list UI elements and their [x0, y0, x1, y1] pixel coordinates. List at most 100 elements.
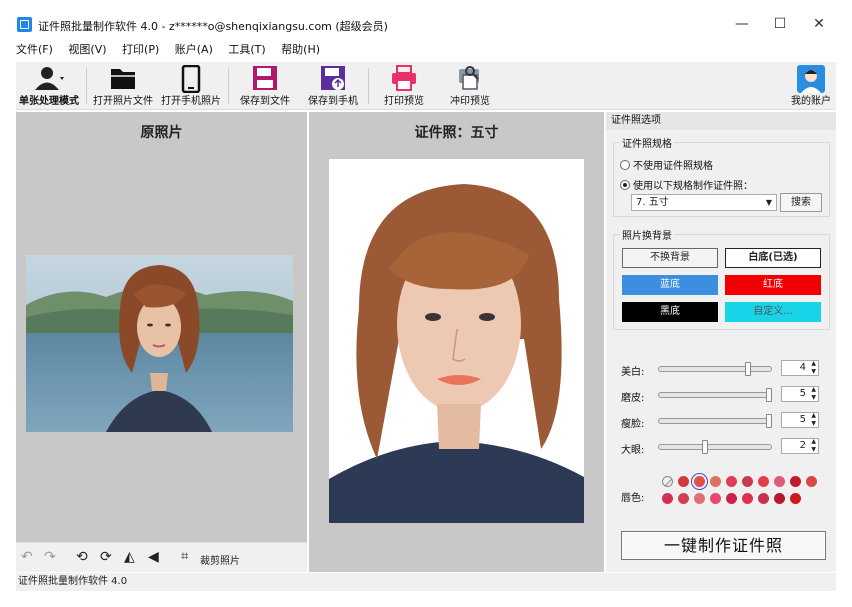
big-eye-label: 大眼: — [621, 445, 645, 456]
redo-icon[interactable]: ↷ — [44, 549, 56, 565]
search-button[interactable]: 搜索 — [780, 193, 822, 212]
menu-bar: 文件(F) 视图(V) 打印(P) 账户(A) 工具(T) 帮助(H) — [16, 40, 836, 60]
spin-arrows-icon[interactable]: ▲ ▼ — [811, 386, 816, 402]
flip-vertical-icon[interactable]: ◀ — [148, 549, 159, 565]
lip-color-swatch[interactable] — [806, 476, 817, 487]
lip-color-swatch[interactable] — [694, 476, 705, 487]
spin-arrows-icon[interactable]: ▲ ▼ — [811, 360, 816, 376]
id-photo-preview — [329, 159, 584, 523]
lip-color-swatch[interactable] — [774, 476, 785, 487]
chevron-down-icon: ▼ — [765, 198, 772, 207]
original-photo-pane: 原照片 ↶ ↷ ⟲ ⟳ ◭ ◀ ⌗ 裁剪照片 — [16, 112, 307, 572]
menu-print[interactable]: 打印(P) — [122, 40, 159, 60]
use-spec-label: 使用以下规格制作证件照： — [633, 181, 753, 192]
lip-color-swatch[interactable] — [790, 493, 801, 504]
slim-face-slider[interactable] — [658, 414, 772, 428]
slider-thumb[interactable] — [766, 388, 772, 402]
develop-preview-button[interactable]: 冲印预览 — [440, 62, 500, 110]
lip-color-swatch[interactable] — [694, 493, 705, 504]
title-bar: 证件照批量制作软件 4.0 - z******o@shenqixiangsu.c… — [0, 0, 852, 36]
develop-preview-label: 冲印预览 — [450, 96, 490, 107]
open-phone-button[interactable]: 打开手机照片 — [158, 62, 224, 110]
size-select[interactable]: 7. 五寸 ▼ — [631, 194, 777, 211]
photo-edit-toolbar: ↶ ↷ ⟲ ⟳ ◭ ◀ ⌗ 裁剪照片 — [16, 542, 307, 572]
bg-blue-button[interactable]: 蓝底 — [622, 275, 718, 295]
spin-arrows-icon[interactable]: ▲ ▼ — [811, 412, 816, 428]
no-spec-label: 不使用证件照规格 — [633, 161, 713, 172]
save-phone-label: 保存到手机 — [308, 96, 358, 107]
lip-color-swatch[interactable] — [758, 476, 769, 487]
slim-face-label: 瘦脸: — [621, 419, 645, 430]
smooth-value: 5 — [799, 388, 806, 399]
lip-color-swatch[interactable] — [726, 476, 737, 487]
flip-horizontal-icon[interactable]: ◭ — [124, 549, 135, 565]
window-title: 证件照批量制作软件 4.0 - z******o@shenqixiangsu.c… — [38, 20, 388, 33]
printer-icon — [392, 65, 416, 91]
bg-white-button[interactable]: 白底(已选) — [725, 248, 821, 268]
slim-face-value: 5 — [799, 414, 806, 425]
menu-tools[interactable]: 工具(T) — [228, 40, 265, 60]
big-eye-spinbox[interactable]: 2 ▲ ▼ — [781, 438, 819, 454]
make-id-photo-button[interactable]: 一键制作证件照 — [621, 531, 826, 560]
my-account-button[interactable]: 我的账户 — [786, 62, 836, 110]
undo-icon[interactable]: ↶ — [21, 549, 33, 565]
menu-view[interactable]: 视图(V) — [68, 40, 106, 60]
minimize-button[interactable]: — — [727, 14, 757, 34]
bg-none-button[interactable]: 不换背景 — [622, 248, 718, 268]
lip-color-swatch[interactable] — [742, 493, 753, 504]
menu-account[interactable]: 账户(A) — [175, 40, 213, 60]
rotate-left-icon[interactable]: ⟲ — [76, 549, 88, 565]
print-preview-button[interactable]: 打印预览 — [374, 62, 434, 110]
lip-color-swatch[interactable] — [790, 476, 801, 487]
menu-file[interactable]: 文件(F) — [16, 40, 53, 60]
toolbar: 单张处理模式 打开照片文件 打开手机照片 保存到文件 保存到手机 打印预览 冲印… — [16, 62, 836, 110]
id-photo-pane: 证件照：五寸 — [309, 112, 604, 572]
open-file-button[interactable]: 打开照片文件 — [90, 62, 156, 110]
lip-color-swatch[interactable] — [678, 476, 689, 487]
slider-thumb[interactable] — [745, 362, 751, 376]
radio-unchecked-icon — [620, 160, 630, 170]
print-preview-label: 打印预览 — [384, 96, 424, 107]
whiten-slider[interactable] — [658, 362, 772, 376]
big-eye-slider[interactable] — [658, 440, 772, 454]
lip-color-swatch[interactable] — [774, 493, 785, 504]
lip-color-swatch[interactable] — [662, 493, 673, 504]
save-phone-button[interactable]: 保存到手机 — [302, 62, 364, 110]
bg-custom-button[interactable]: 自定义... — [725, 302, 821, 322]
use-spec-radio[interactable]: 使用以下规格制作证件照： — [620, 177, 753, 192]
bg-red-button[interactable]: 红底 — [725, 275, 821, 295]
lip-color-swatch[interactable] — [758, 493, 769, 504]
crop-photo-label[interactable]: 裁剪照片 — [200, 552, 240, 567]
slider-thumb[interactable] — [702, 440, 708, 454]
magnify-print-icon — [459, 66, 479, 90]
slim-face-spinbox[interactable]: 5 ▲ ▼ — [781, 412, 819, 428]
bg-black-button[interactable]: 黑底 — [622, 302, 718, 322]
single-mode-button[interactable]: 单张处理模式 — [16, 62, 82, 110]
spin-arrows-icon[interactable]: ▲ ▼ — [811, 438, 816, 454]
lip-color-swatch[interactable] — [710, 476, 721, 487]
folder-icon — [111, 69, 135, 89]
lip-color-label: 唇色: — [621, 493, 645, 504]
background-group-title: 照片换背景 — [620, 227, 674, 242]
whiten-spinbox[interactable]: 4 ▲ ▼ — [781, 360, 819, 376]
lip-color-swatch[interactable] — [726, 493, 737, 504]
crop-icon[interactable]: ⌗ — [181, 549, 188, 564]
save-to-phone-icon — [321, 66, 345, 90]
slider-thumb[interactable] — [766, 414, 772, 428]
rotate-right-icon[interactable]: ⟳ — [100, 549, 112, 565]
smooth-slider[interactable] — [658, 388, 772, 402]
app-logo-icon — [17, 17, 32, 32]
lip-color-swatch[interactable] — [710, 493, 721, 504]
close-button[interactable]: ✕ — [804, 14, 834, 34]
size-select-value: 7. 五寸 — [636, 197, 669, 208]
phone-icon — [181, 65, 201, 93]
lip-color-swatch[interactable] — [678, 493, 689, 504]
smooth-spinbox[interactable]: 5 ▲ ▼ — [781, 386, 819, 402]
no-spec-radio[interactable]: 不使用证件照规格 — [620, 157, 713, 172]
original-photo[interactable] — [26, 255, 293, 432]
save-file-button[interactable]: 保存到文件 — [234, 62, 296, 110]
maximize-button[interactable]: ☐ — [765, 14, 795, 34]
lip-color-swatch[interactable] — [742, 476, 753, 487]
lip-color-none-icon[interactable] — [662, 476, 673, 487]
menu-help[interactable]: 帮助(H) — [281, 40, 320, 60]
